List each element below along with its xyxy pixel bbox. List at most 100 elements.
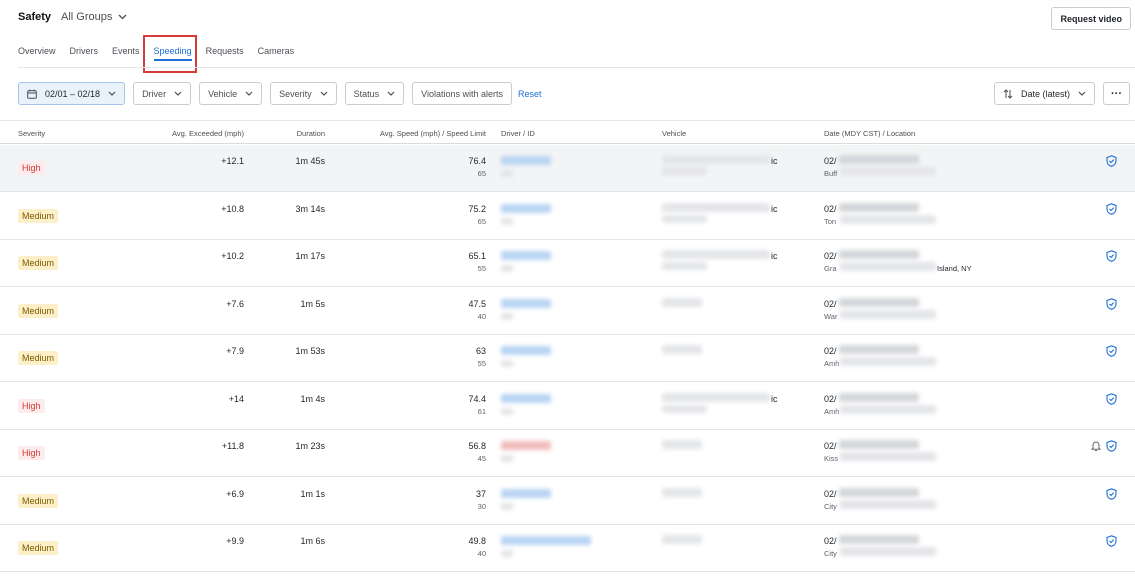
date-value: 02/ [824, 393, 837, 404]
table-row[interactable]: High +14 1m 4s 74.4 61 ic 02/Amh [0, 383, 1135, 430]
vehicle-redacted-line2 [662, 167, 707, 175]
date-range-label: 02/01 – 02/18 [45, 88, 101, 99]
driver-name-redacted[interactable] [501, 251, 551, 260]
shield-check-icon[interactable] [1106, 250, 1117, 264]
driver-id-redacted [501, 550, 513, 557]
filter-bar: 02/01 – 02/18 Driver Vehicle Severity St… [18, 82, 542, 105]
speed-limit-value: 40 [477, 311, 486, 321]
tab-cameras[interactable]: Cameras [258, 46, 295, 63]
driver-name-redacted[interactable] [501, 156, 551, 165]
vehicle-filter-label: Vehicle [208, 88, 238, 99]
table-row[interactable]: Medium +7.6 1m 5s 47.5 40 02/War [0, 288, 1135, 335]
tab-events[interactable]: Events [112, 46, 140, 63]
driver-name-redacted[interactable] [501, 441, 551, 450]
shield-check-icon[interactable] [1106, 297, 1117, 312]
driver-id-redacted [501, 502, 513, 510]
shield-check-icon[interactable] [1106, 202, 1117, 217]
shield-check-icon[interactable] [1106, 155, 1117, 169]
location-redacted [840, 452, 936, 461]
column-duration[interactable]: Duration [297, 129, 325, 138]
group-selector[interactable]: All Groups [61, 11, 127, 23]
avg-exceeded-value: +14 [228, 393, 244, 404]
bell-icon[interactable] [1090, 441, 1102, 454]
location-redacted [840, 404, 936, 414]
date-value: 02/ [824, 251, 837, 261]
tabs-divider [18, 67, 1135, 68]
table-row[interactable]: High +12.1 1m 45s 76.4 65 ic 02/Buff [0, 145, 1135, 192]
date-value: 02/ [824, 156, 837, 166]
location-redacted [840, 499, 936, 509]
driver-name-redacted[interactable] [501, 393, 551, 403]
tab-overview[interactable]: Overview [18, 46, 56, 63]
status-filter[interactable]: Status [344, 82, 405, 105]
driver-filter[interactable]: Driver [133, 82, 192, 105]
location-redacted [840, 262, 936, 271]
column-date-location[interactable]: Date (MDY CST) / Location [824, 129, 915, 138]
shield-check-icon[interactable] [1106, 345, 1117, 359]
tab-requests[interactable]: Requests [206, 46, 244, 63]
table-row[interactable]: Medium +10.2 1m 17s 65.1 55 ic 02/Gra Island, N… [0, 240, 1135, 287]
vehicle-redacted [662, 297, 702, 307]
date-redacted [839, 487, 919, 497]
duration-value: 1m 17s [295, 251, 325, 261]
shield-check-icon[interactable] [1106, 487, 1117, 502]
avg-speed-value: 47.5 [468, 298, 486, 309]
location-redacted [840, 214, 936, 224]
vehicle-filter[interactable]: Vehicle [199, 82, 263, 105]
driver-name-redacted[interactable] [501, 203, 551, 213]
driver-name-redacted[interactable] [501, 488, 551, 498]
table-row[interactable]: Medium +6.9 1m 1s 37 30 02/City [0, 478, 1135, 525]
column-avg-speed[interactable]: Avg. Speed (mph) / Speed Limit [380, 129, 486, 138]
driver-id-redacted [501, 455, 513, 462]
location-redacted [840, 309, 936, 319]
shield-check-icon[interactable] [1106, 440, 1117, 454]
driver-name-redacted[interactable] [501, 298, 551, 308]
date-value: 02/ [824, 203, 837, 214]
severity-badge: High [18, 161, 45, 175]
severity-badge: Medium [18, 351, 59, 365]
speed-limit-value: 30 [477, 501, 486, 511]
column-driver[interactable]: Driver / ID [501, 129, 535, 138]
chevron-down-icon [320, 91, 328, 96]
table-row[interactable]: High +11.8 1m 23s 56.8 45 02/Kiss [0, 430, 1135, 477]
severity-filter-label: Severity [279, 88, 312, 99]
driver-name-redacted[interactable] [501, 536, 591, 545]
request-video-button[interactable]: Request video [1051, 7, 1131, 30]
location-value: City [824, 501, 837, 511]
shield-check-icon[interactable] [1106, 392, 1117, 407]
vehicle-blur-mask [770, 145, 771, 146]
date-range-filter[interactable]: 02/01 – 02/18 [18, 82, 126, 105]
severity-badge: Medium [18, 256, 59, 270]
table-row[interactable]: Medium +10.8 3m 14s 75.2 65 ic 02/Ton [0, 193, 1135, 240]
table-row[interactable]: Medium +9.9 1m 6s 49.8 40 02/City [0, 525, 1135, 572]
location-redacted [840, 357, 936, 366]
vehicle-blur-mask [770, 478, 771, 479]
column-severity[interactable]: Severity [18, 129, 45, 138]
avg-speed-value: 74.4 [468, 393, 486, 404]
chevron-down-icon [174, 91, 182, 96]
column-avg-exceeded[interactable]: Avg. Exceeded (mph) [172, 129, 244, 138]
page-header: Safety All Groups [18, 11, 127, 23]
severity-filter[interactable]: Severity [270, 82, 337, 105]
sort-button[interactable]: Date (latest) [993, 82, 1095, 105]
tab-drivers[interactable]: Drivers [70, 46, 99, 63]
vehicle-blur-mask [770, 430, 771, 431]
avg-exceeded-value: +10.2 [221, 251, 244, 261]
driver-name-redacted[interactable] [501, 346, 551, 355]
chevron-down-icon [245, 91, 253, 96]
table-row[interactable]: Medium +7.9 1m 53s 63 55 02/Amh [0, 335, 1135, 382]
severity-badge: Medium [18, 493, 59, 508]
more-options-button[interactable]: ··· [1103, 82, 1130, 105]
page-title: Safety [18, 11, 52, 23]
shield-check-icon[interactable] [1106, 535, 1117, 549]
column-vehicle[interactable]: Vehicle [662, 129, 686, 138]
avg-speed-value: 76.4 [468, 156, 486, 166]
violations-with-alerts-filter[interactable]: Violations with alerts [412, 82, 512, 105]
date-redacted [839, 250, 919, 259]
table-header: Severity Avg. Exceeded (mph) Duration Av… [0, 120, 1135, 144]
tab-speeding[interactable]: Speeding [153, 46, 192, 63]
duration-value: 1m 4s [300, 393, 325, 404]
reset-link[interactable]: Reset [518, 89, 542, 99]
vehicle-blur-mask [770, 383, 771, 384]
driver-id-redacted [501, 265, 513, 272]
